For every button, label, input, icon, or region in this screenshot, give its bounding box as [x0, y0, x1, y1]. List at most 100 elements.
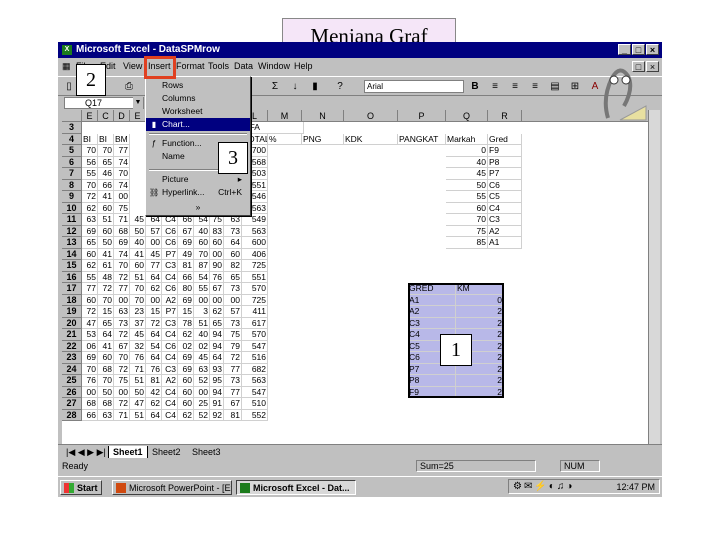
- maximize-icon[interactable]: □: [632, 44, 645, 55]
- data-cell[interactable]: 51: [130, 375, 146, 387]
- data-cell[interactable]: 40: [130, 237, 146, 249]
- insert-menu-item-chart[interactable]: ▮ Chart...: [146, 118, 250, 131]
- data-cell[interactable]: 60: [178, 398, 194, 410]
- row-header[interactable]: 26: [62, 386, 82, 398]
- data-cell[interactable]: 32: [130, 340, 146, 352]
- markah-cell[interactable]: 75: [446, 225, 488, 237]
- gred-cell[interactable]: C6: [488, 179, 522, 191]
- data-cell[interactable]: 67: [210, 283, 224, 295]
- bold-icon[interactable]: B: [468, 80, 482, 94]
- data-cell[interactable]: 73: [224, 283, 242, 295]
- data-cell[interactable]: 78: [178, 317, 194, 329]
- data-cell[interactable]: 63: [114, 306, 130, 318]
- data-cell[interactable]: 70: [194, 248, 210, 260]
- data-cell[interactable]: 65: [82, 237, 98, 249]
- data-cell[interactable]: 64: [146, 271, 162, 283]
- row-header[interactable]: 25: [62, 375, 82, 387]
- doc-icon[interactable]: ▦: [62, 61, 71, 72]
- data-cell[interactable]: 51: [130, 271, 146, 283]
- row-header[interactable]: 10: [62, 202, 82, 214]
- data-cell[interactable]: 94: [210, 329, 224, 341]
- gred-table-cell[interactable]: P8: [408, 375, 456, 387]
- row-header[interactable]: 28: [62, 409, 82, 421]
- print-icon[interactable]: ⎙: [122, 80, 136, 94]
- column-header[interactable]: P: [398, 110, 446, 122]
- data-cell[interactable]: 00: [146, 237, 162, 249]
- data-cell[interactable]: 60: [82, 294, 98, 306]
- data-cell[interactable]: 66: [98, 179, 114, 191]
- data-cell[interactable]: 00: [146, 294, 162, 306]
- column-label-cell[interactable]: BM: [114, 133, 130, 145]
- data-cell[interactable]: 00: [114, 294, 130, 306]
- markah-cell[interactable]: 60: [446, 202, 488, 214]
- data-cell[interactable]: 55: [82, 168, 98, 180]
- font-name-box[interactable]: Arial: [364, 80, 464, 93]
- menu-expand-chevron-icon[interactable]: »: [146, 201, 250, 214]
- task-powerpoint[interactable]: Microsoft PowerPoint - [Ex...: [112, 480, 232, 495]
- menu-window[interactable]: Window: [258, 61, 290, 71]
- data-cell[interactable]: 77: [114, 283, 130, 295]
- row-header[interactable]: 22: [62, 340, 82, 352]
- data-cell[interactable]: 66: [82, 409, 98, 421]
- data-cell[interactable]: 70: [114, 352, 130, 364]
- sort-icon[interactable]: ↓: [288, 80, 302, 94]
- data-cell[interactable]: 60: [210, 237, 224, 249]
- data-cell[interactable]: 69: [82, 352, 98, 364]
- data-cell[interactable]: 73: [224, 375, 242, 387]
- row-header[interactable]: 11: [62, 214, 82, 226]
- km-table-cell[interactable]: 2: [456, 317, 504, 329]
- data-cell[interactable]: C4: [162, 386, 178, 398]
- data-cell[interactable]: 70: [98, 294, 114, 306]
- gred-cell[interactable]: P7: [488, 168, 522, 180]
- menu-format[interactable]: Format: [176, 61, 205, 71]
- gred-cell[interactable]: C5: [488, 191, 522, 203]
- data-cell[interactable]: 61: [98, 260, 114, 272]
- data-cell[interactable]: C6: [162, 283, 178, 295]
- data-cell[interactable]: 72: [114, 398, 130, 410]
- markah-cell[interactable]: 55: [446, 191, 488, 203]
- data-cell[interactable]: 47: [130, 398, 146, 410]
- data-cell[interactable]: 64: [146, 409, 162, 421]
- data-cell[interactable]: 51: [130, 409, 146, 421]
- markah-cell[interactable]: 40: [446, 156, 488, 168]
- data-cell[interactable]: 25: [194, 398, 210, 410]
- data-cell[interactable]: 50: [98, 386, 114, 398]
- data-cell[interactable]: 87: [194, 260, 210, 272]
- office-assistant-icon[interactable]: [598, 58, 650, 128]
- data-cell[interactable]: 42: [146, 386, 162, 398]
- row-header[interactable]: 18: [62, 294, 82, 306]
- gred-cell[interactable]: C4: [488, 202, 522, 214]
- data-cell[interactable]: 40: [194, 225, 210, 237]
- data-cell[interactable]: 64: [224, 237, 242, 249]
- data-cell[interactable]: 72: [114, 271, 130, 283]
- data-cell[interactable]: 72: [82, 191, 98, 203]
- data-cell[interactable]: 60: [224, 248, 242, 260]
- tab-sheet2[interactable]: Sheet2: [148, 446, 185, 458]
- data-cell[interactable]: 75: [224, 329, 242, 341]
- column-label-cell[interactable]: PNG: [302, 133, 344, 145]
- start-button[interactable]: Start: [60, 480, 102, 495]
- data-cell[interactable]: 75: [114, 375, 130, 387]
- data-cell[interactable]: 63: [82, 214, 98, 226]
- data-cell[interactable]: 90: [210, 260, 224, 272]
- data-cell[interactable]: 563: [242, 225, 268, 237]
- data-cell[interactable]: 50: [98, 237, 114, 249]
- data-cell[interactable]: 69: [178, 237, 194, 249]
- data-cell[interactable]: 60: [178, 386, 194, 398]
- insert-menu-item-hyperlink[interactable]: ⛓ Hyperlink... Ctrl+K: [146, 186, 250, 199]
- data-cell[interactable]: 62: [210, 306, 224, 318]
- data-cell[interactable]: 60: [178, 375, 194, 387]
- data-cell[interactable]: 74: [114, 156, 130, 168]
- data-cell[interactable]: C4: [162, 329, 178, 341]
- data-cell[interactable]: 74: [114, 179, 130, 191]
- menu-data[interactable]: Data: [234, 61, 253, 71]
- data-cell[interactable]: 80: [178, 283, 194, 295]
- data-cell[interactable]: 64: [98, 329, 114, 341]
- data-cell[interactable]: 51: [98, 214, 114, 226]
- data-cell[interactable]: 66: [178, 271, 194, 283]
- menu-view[interactable]: View: [123, 61, 142, 71]
- data-cell[interactable]: 00: [82, 386, 98, 398]
- column-header[interactable]: R: [488, 110, 522, 122]
- data-cell[interactable]: 600: [242, 237, 268, 249]
- column-label-cell[interactable]: Markah: [446, 133, 488, 145]
